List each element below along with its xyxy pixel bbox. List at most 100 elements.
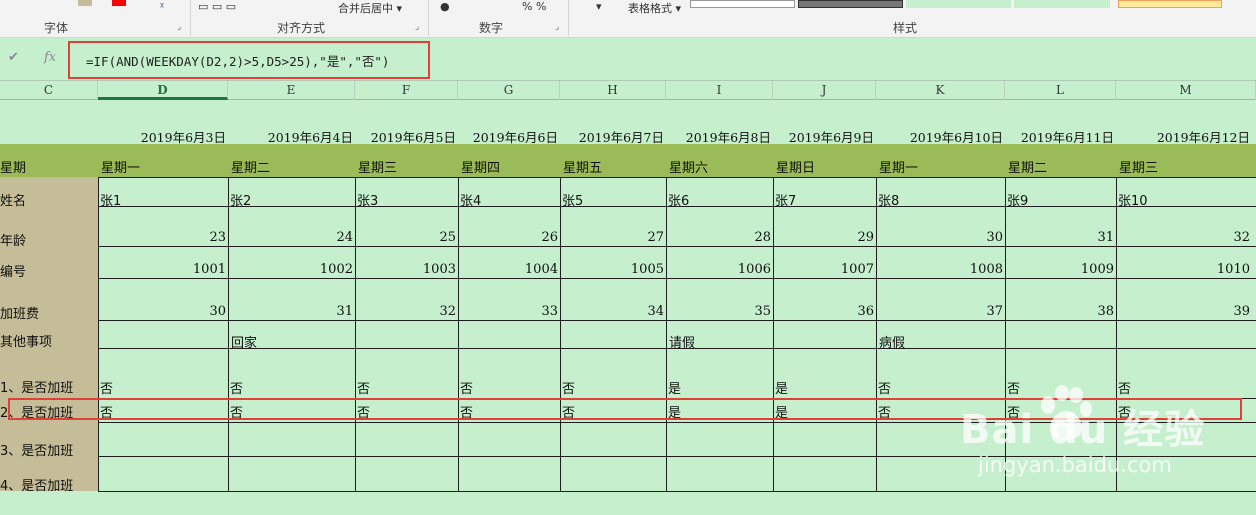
- column-header-d[interactable]: D: [98, 81, 228, 100]
- overtime-pay-cell[interactable]: 31: [228, 304, 353, 319]
- overtime-pay-cell[interactable]: 35: [666, 304, 771, 319]
- age-cell[interactable]: 29: [773, 230, 874, 245]
- percent-button[interactable]: % %: [522, 0, 546, 13]
- age-cell[interactable]: 28: [666, 230, 771, 245]
- age-cell[interactable]: 30: [876, 230, 1003, 245]
- name-cell[interactable]: 张2: [230, 190, 251, 209]
- overtime-1-cell[interactable]: 否: [460, 378, 473, 397]
- date-cell[interactable]: 2019年6月4日: [228, 127, 353, 146]
- font-dialog-launcher-icon[interactable]: ⌟: [177, 22, 181, 32]
- weekday-cell[interactable]: 星期一: [879, 157, 918, 176]
- date-cell[interactable]: 2019年6月11日: [1005, 127, 1114, 146]
- alignment-dialog-launcher-icon[interactable]: ⌟: [415, 22, 419, 32]
- currency-icon[interactable]: ●: [440, 0, 450, 13]
- overtime-1-cell[interactable]: 否: [100, 378, 113, 397]
- date-cell[interactable]: 2019年6月9日: [773, 127, 874, 146]
- id-cell[interactable]: 1004: [458, 262, 558, 277]
- column-header-g[interactable]: G: [458, 81, 560, 100]
- name-cell[interactable]: 张6: [668, 190, 689, 209]
- align-icons[interactable]: ▭ ▭ ▭: [198, 0, 236, 13]
- weekday-cell[interactable]: 星期四: [461, 157, 500, 176]
- overtime-pay-cell[interactable]: 30: [98, 304, 226, 319]
- date-cell[interactable]: 2019年6月6日: [458, 127, 558, 146]
- name-cell[interactable]: 张4: [460, 190, 481, 209]
- overtime-1-cell[interactable]: 否: [878, 378, 891, 397]
- id-cell[interactable]: 1006: [666, 262, 771, 277]
- date-cell[interactable]: 2019年6月8日: [666, 127, 771, 146]
- date-cell[interactable]: 2019年6月3日: [98, 127, 226, 146]
- id-cell[interactable]: 1008: [876, 262, 1003, 277]
- overtime-pay-cell[interactable]: 32: [355, 304, 456, 319]
- age-cell[interactable]: 25: [355, 230, 456, 245]
- age-cell[interactable]: 24: [228, 230, 353, 245]
- insert-function-icon[interactable]: fx: [44, 50, 56, 65]
- date-cell[interactable]: 2019年6月7日: [560, 127, 664, 146]
- date-cell[interactable]: 2019年6月12日: [1116, 127, 1250, 146]
- style-note[interactable]: [1118, 0, 1222, 8]
- column-header-k[interactable]: K: [876, 81, 1005, 100]
- age-cell[interactable]: 26: [458, 230, 558, 245]
- column-header-m[interactable]: M: [1116, 81, 1256, 100]
- overtime-1-cell[interactable]: 否: [357, 378, 370, 397]
- style-normal[interactable]: [690, 0, 795, 8]
- other-cell[interactable]: 请假: [669, 332, 695, 351]
- font-dropdown-icon[interactable]: ᵡ: [160, 0, 164, 13]
- overtime-1-cell[interactable]: 是: [775, 378, 788, 397]
- id-cell[interactable]: 1001: [98, 262, 226, 277]
- id-cell[interactable]: 1003: [355, 262, 456, 277]
- overtime-pay-cell[interactable]: 37: [876, 304, 1003, 319]
- age-cell[interactable]: 27: [560, 230, 664, 245]
- overtime-pay-cell[interactable]: 33: [458, 304, 558, 319]
- name-cell[interactable]: 张1: [100, 190, 121, 209]
- age-cell[interactable]: 31: [1005, 230, 1114, 245]
- name-cell[interactable]: 张9: [1007, 190, 1028, 209]
- other-cell[interactable]: 回家: [231, 332, 257, 351]
- column-header-e[interactable]: E: [228, 81, 355, 100]
- column-header-l[interactable]: L: [1005, 81, 1116, 100]
- overtime-1-cell[interactable]: 否: [562, 378, 575, 397]
- overtime-1-cell[interactable]: 否: [230, 378, 243, 397]
- fill-color-swatch[interactable]: [78, 0, 92, 6]
- name-cell[interactable]: 张3: [357, 190, 378, 209]
- style-good[interactable]: [906, 0, 1011, 8]
- overtime-pay-cell[interactable]: 39: [1116, 304, 1250, 319]
- column-header-j[interactable]: J: [773, 81, 876, 100]
- formula-input[interactable]: =IF(AND(WEEKDAY(D2,2)>5,D5>25),"是","否"): [86, 51, 389, 70]
- id-cell[interactable]: 1007: [773, 262, 874, 277]
- column-header-i[interactable]: I: [666, 81, 773, 100]
- age-cell[interactable]: 23: [98, 230, 226, 245]
- font-color-swatch[interactable]: [112, 0, 126, 6]
- date-cell[interactable]: 2019年6月5日: [355, 127, 456, 146]
- weekday-cell[interactable]: 星期日: [776, 157, 815, 176]
- overtime-pay-cell[interactable]: 34: [560, 304, 664, 319]
- column-header-c[interactable]: C: [0, 81, 98, 100]
- name-cell[interactable]: 张10: [1118, 190, 1148, 209]
- style-check-cell[interactable]: [798, 0, 903, 8]
- weekday-cell[interactable]: 星期五: [563, 157, 602, 176]
- id-cell[interactable]: 1005: [560, 262, 664, 277]
- name-cell[interactable]: 张7: [775, 190, 796, 209]
- conditional-format-dropdown-icon[interactable]: ▾: [596, 0, 602, 13]
- weekday-cell[interactable]: 星期一: [101, 157, 140, 176]
- merge-center-button[interactable]: 合并后居中 ▾: [338, 0, 402, 16]
- weekday-cell[interactable]: 星期二: [231, 157, 270, 176]
- weekday-cell[interactable]: 星期六: [669, 157, 708, 176]
- overtime-1-cell[interactable]: 是: [668, 378, 681, 397]
- date-cell[interactable]: 2019年6月10日: [876, 127, 1003, 146]
- column-header-f[interactable]: F: [355, 81, 458, 100]
- weekday-cell[interactable]: 星期三: [1119, 157, 1158, 176]
- id-cell[interactable]: 1009: [1005, 262, 1114, 277]
- other-cell[interactable]: 病假: [879, 332, 905, 351]
- age-cell[interactable]: 32: [1116, 230, 1250, 245]
- table-format-button[interactable]: 表格格式 ▾: [628, 0, 681, 16]
- column-header-h[interactable]: H: [560, 81, 666, 100]
- overtime-pay-cell[interactable]: 38: [1005, 304, 1114, 319]
- enter-check-icon[interactable]: ✔: [8, 50, 19, 65]
- id-cell[interactable]: 1002: [228, 262, 353, 277]
- weekday-cell[interactable]: 星期二: [1008, 157, 1047, 176]
- name-cell[interactable]: 张8: [878, 190, 899, 209]
- id-cell[interactable]: 1010: [1116, 262, 1250, 277]
- weekday-cell[interactable]: 星期三: [358, 157, 397, 176]
- name-cell[interactable]: 张5: [562, 190, 583, 209]
- number-dialog-launcher-icon[interactable]: ⌟: [555, 22, 559, 32]
